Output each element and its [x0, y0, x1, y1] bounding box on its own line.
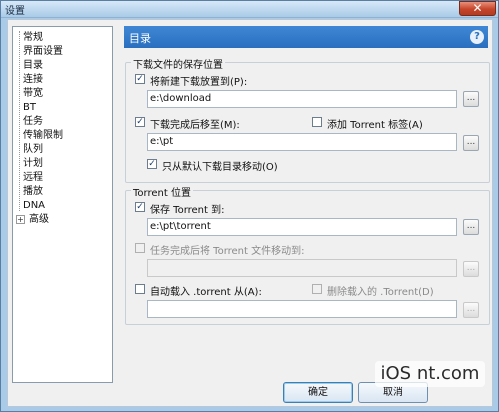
save-torrent-label: 保存 Torrent 到:	[150, 205, 225, 216]
tree-item-bandwidth[interactable]: 带宽	[23, 87, 43, 101]
section-header: 目录 ?	[124, 26, 488, 48]
download-location-group: 下载文件的保存位置 ✓ 将新建下载放置到(P): e:\download ...…	[125, 56, 490, 183]
tree-item-directories[interactable]: 目录	[23, 59, 43, 73]
save-torrent-path-input[interactable]: e:\pt\torrent	[147, 218, 457, 236]
tree-item-schedule[interactable]: 计划	[23, 157, 43, 171]
move-completed-label: 下载完成后移至(M):	[150, 120, 240, 131]
tree-item-dna[interactable]: DNA	[23, 199, 45, 213]
tree-item-connection[interactable]: 连接	[23, 73, 43, 87]
move-completed-path-input[interactable]: e:\pt	[147, 133, 457, 151]
move-completed-browse-button[interactable]: ...	[463, 135, 479, 151]
expand-icon[interactable]: +	[16, 215, 25, 224]
watermark: iOS nt.com	[375, 361, 485, 387]
only-default-dir-label: 只从默认下载目录移动(O)	[162, 162, 278, 173]
torrent-group-legend: Torrent 位置	[131, 184, 193, 199]
tree-item-advanced[interactable]: 高级	[29, 213, 49, 227]
move-torrent-checkbox[interactable]	[135, 243, 145, 253]
only-default-dir-checkbox[interactable]: ✓	[147, 159, 157, 169]
tree-item-queue[interactable]: 队列	[23, 143, 43, 157]
move-torrent-path-input[interactable]	[147, 259, 457, 277]
move-completed-checkbox[interactable]: ✓	[135, 117, 145, 127]
help-icon[interactable]: ?	[470, 30, 484, 44]
autoload-torrent-label: 自动载入 .torrent 从(A):	[150, 287, 262, 298]
tree-item-transfer-limit[interactable]: 传输限制	[23, 129, 63, 143]
autoload-browse-button[interactable]: ...	[463, 302, 479, 318]
new-downloads-label: 将新建下载放置到(P):	[150, 77, 248, 88]
section-title: 目录	[129, 32, 151, 45]
autoload-path-input[interactable]	[147, 300, 457, 318]
window-title: 设置	[5, 6, 25, 17]
new-downloads-browse-button[interactable]: ...	[463, 91, 479, 107]
tree-item-general[interactable]: 常规	[23, 31, 43, 45]
save-torrent-checkbox[interactable]: ✓	[135, 202, 145, 212]
settings-window: 设置 ✕ 常规 界面设置 目录 连接 带宽 BT 任务 传输限制 队列 计划 远…	[0, 0, 499, 412]
torrent-location-group: Torrent 位置 ✓ 保存 Torrent 到: e:\pt\torrent…	[125, 184, 490, 325]
add-torrent-label-checkbox[interactable]	[312, 117, 322, 127]
new-downloads-path-input[interactable]: e:\download	[147, 90, 457, 108]
move-torrent-browse-button[interactable]: ...	[463, 261, 479, 277]
tree-item-bt[interactable]: BT	[23, 101, 36, 115]
client-area: 常规 界面设置 目录 连接 带宽 BT 任务 传输限制 队列 计划 远程 播放 …	[7, 19, 493, 407]
title-bar: 设置 ✕	[1, 1, 498, 18]
autoload-torrent-checkbox[interactable]	[135, 284, 145, 294]
add-torrent-label-label: 添加 Torrent 标签(A)	[327, 120, 423, 131]
save-torrent-browse-button[interactable]: ...	[463, 219, 479, 235]
tree-item-playback[interactable]: 播放	[23, 185, 43, 199]
new-downloads-checkbox[interactable]: ✓	[135, 74, 145, 84]
close-button[interactable]: ✕	[459, 1, 496, 16]
ok-button[interactable]: 确定	[283, 382, 353, 403]
tree-guide-line	[19, 31, 20, 211]
tree-item-ui[interactable]: 界面设置	[23, 45, 63, 59]
delete-loaded-torrent-checkbox[interactable]	[312, 284, 322, 294]
tree-item-remote[interactable]: 远程	[23, 171, 43, 185]
settings-tree: 常规 界面设置 目录 连接 带宽 BT 任务 传输限制 队列 计划 远程 播放 …	[12, 26, 113, 383]
delete-loaded-torrent-label: 删除载入的 .Torrent(D)	[327, 287, 434, 298]
download-group-legend: 下载文件的保存位置	[131, 56, 225, 71]
move-torrent-label: 任务完成后将 Torrent 文件移动到:	[150, 246, 305, 257]
tree-item-tasks[interactable]: 任务	[23, 115, 43, 129]
